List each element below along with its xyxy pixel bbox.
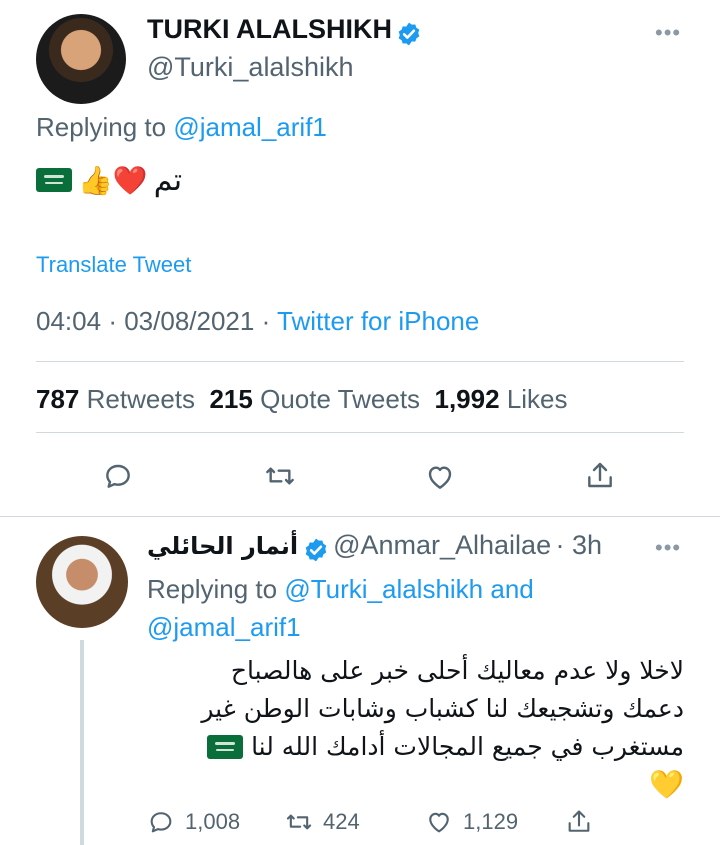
reply-author-name[interactable]: أنمار الحائلي <box>147 532 298 560</box>
replying-to-link[interactable]: @jamal_arif1 <box>147 612 301 642</box>
main-tweet-text: 👍❤️ تم <box>36 158 182 202</box>
reply-icon[interactable] <box>102 460 134 492</box>
quotes-label: Quote Tweets <box>260 384 421 414</box>
saudi-flag-icon <box>207 735 244 759</box>
timestamp-line: 04:04 · 03/08/2021 · Twitter for iPhone <box>36 306 479 337</box>
more-options-icon[interactable]: ••• <box>655 535 681 561</box>
verified-badge-icon <box>305 538 326 562</box>
tweet-source-link[interactable]: Twitter for iPhone <box>277 306 479 336</box>
more-options-icon[interactable]: ••• <box>655 20 681 46</box>
divider <box>36 361 684 362</box>
reply-time-ago[interactable]: · 3h <box>556 530 603 560</box>
main-author-handle[interactable]: @Turki_alalshikh <box>147 52 353 83</box>
yellow-heart-emoji: 💛 <box>649 769 684 800</box>
reply-count: 1,008 <box>185 809 241 834</box>
reply-author-avatar[interactable] <box>36 536 128 628</box>
share-icon[interactable] <box>584 460 616 492</box>
reply-action-like[interactable]: 1,129 <box>425 808 518 836</box>
reply-tweet-text: لاخلا ولا عدم معاليك أحلى خبر على هالصبا… <box>147 652 684 804</box>
reply-text-line: لاخلا ولا عدم معاليك أحلى خبر على هالصبا… <box>230 656 684 685</box>
reply-action-reply[interactable]: 1,008 <box>147 808 240 836</box>
divider <box>36 432 684 433</box>
main-author-name[interactable]: TURKI ALALSHIKH <box>147 14 392 44</box>
translate-tweet-link[interactable]: Translate Tweet <box>36 252 191 278</box>
replying-to-line: Replying to @jamal_arif1 <box>36 112 327 143</box>
dot-separator: · <box>108 306 117 336</box>
quotes-stat[interactable]: 215 Quote Tweets <box>209 384 420 414</box>
replying-to-link[interactable]: @Turki_alalshikh <box>284 574 483 604</box>
tweet-stats: 787 Retweets 215 Quote Tweets 1,992 Like… <box>36 384 568 415</box>
tweet-arabic-text: تم <box>153 162 183 198</box>
thread-line <box>80 640 84 845</box>
likes-count: 1,992 <box>434 384 500 414</box>
main-author-avatar[interactable] <box>36 14 126 104</box>
reply-text-line: مستغرب في جميع المجالات أدامك الله لنا <box>251 732 684 761</box>
like-heart-icon[interactable] <box>425 808 453 836</box>
replying-prefix: Replying to <box>147 574 278 604</box>
replying-to-link[interactable]: @jamal_arif1 <box>173 112 327 142</box>
replying-and: and <box>490 574 534 604</box>
reply-replying-to: Replying to @Turki_alalshikh and @jamal_… <box>147 570 534 646</box>
reply-text-line: دعمك وتشجيعك لنا كشباب وشابات الوطن غير <box>201 694 684 723</box>
retweet-icon[interactable] <box>264 460 296 492</box>
quotes-count: 215 <box>209 384 253 414</box>
verified-badge-icon <box>399 22 420 46</box>
tweet-emoji: 👍❤️ <box>78 164 148 196</box>
reply-icon[interactable] <box>147 808 175 836</box>
reply-author-handle[interactable]: @Anmar_Alhailae <box>333 530 551 560</box>
saudi-flag-icon <box>36 168 72 192</box>
like-count: 1,129 <box>463 809 519 834</box>
share-icon[interactable] <box>565 808 593 836</box>
reply-text-line-3: مستغرب في جميع المجالات أدامك الله لنا <box>147 728 684 766</box>
tweet-date: 03/08/2021 <box>124 306 255 336</box>
reply-author-line: أنمار الحائلي @Anmar_Alhailae · 3h <box>147 530 602 563</box>
divider <box>0 516 720 517</box>
retweets-stat[interactable]: 787 Retweets <box>36 384 195 414</box>
main-author-line: TURKI ALALSHIKH <box>147 14 422 47</box>
like-heart-icon[interactable] <box>424 461 456 493</box>
retweet-icon[interactable] <box>285 808 313 836</box>
retweet-count: 424 <box>323 809 360 834</box>
tweet-time: 04:04 <box>36 306 102 336</box>
retweets-count: 787 <box>36 384 80 414</box>
likes-label: Likes <box>506 384 568 414</box>
retweets-label: Retweets <box>86 384 196 414</box>
reply-action-retweet[interactable]: 424 <box>285 808 360 836</box>
replying-prefix: Replying to <box>36 112 167 142</box>
dot-separator: · <box>261 306 271 336</box>
likes-stat[interactable]: 1,992 Likes <box>435 384 568 414</box>
